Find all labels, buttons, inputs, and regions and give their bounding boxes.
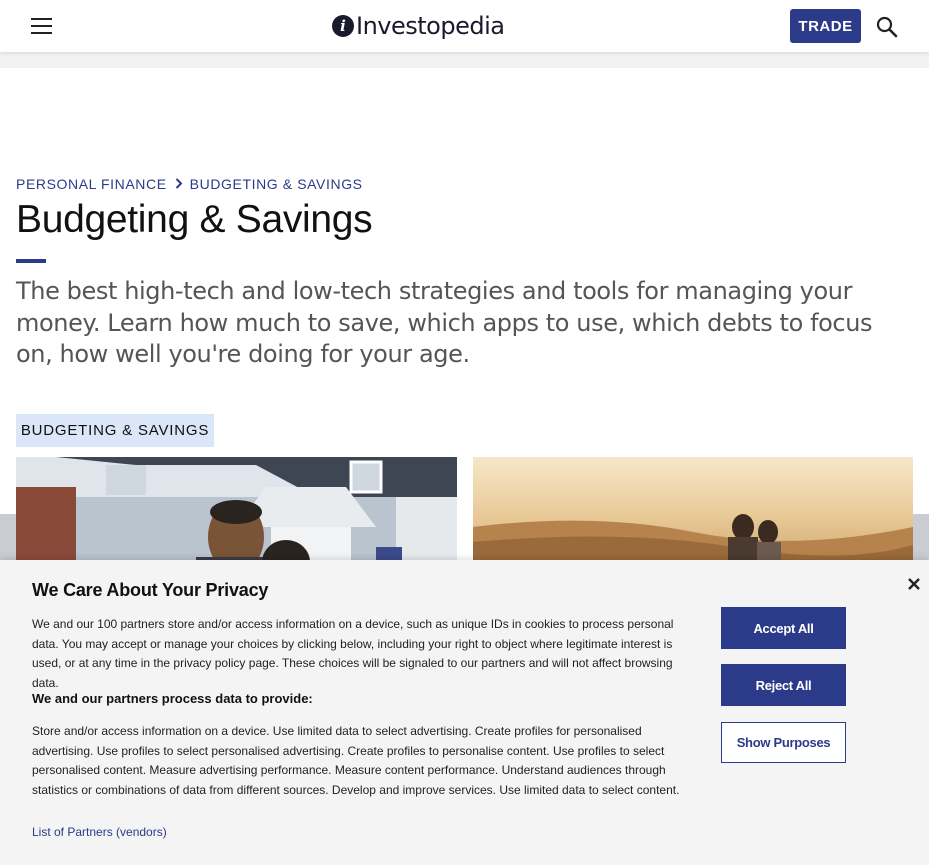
search-icon[interactable]: [876, 16, 898, 38]
family-house-image: [16, 457, 457, 577]
article-card-image-beach[interactable]: [473, 457, 913, 577]
hamburger-menu-icon[interactable]: [31, 17, 53, 35]
logo-text: Investopedia: [356, 12, 505, 40]
show-purposes-button[interactable]: Show Purposes: [721, 722, 846, 763]
title-underline: [16, 259, 46, 263]
privacy-description: We and our 100 partners store and/or acc…: [32, 617, 674, 690]
breadcrumb: PERSONAL FINANCE BUDGETING & SAVINGS: [16, 176, 363, 192]
reject-all-button[interactable]: Reject All: [721, 664, 846, 706]
page-title: Budgeting & Savings: [16, 198, 373, 241]
accept-all-button[interactable]: Accept All: [721, 607, 846, 649]
trade-button[interactable]: TRADE: [790, 9, 861, 43]
close-icon[interactable]: [906, 576, 922, 592]
chevron-right-icon: [175, 177, 183, 192]
investopedia-logo[interactable]: i Investopedia: [332, 11, 505, 41]
breadcrumb-budgeting-savings[interactable]: BUDGETING & SAVINGS: [190, 176, 363, 192]
beach-couple-image: [473, 457, 913, 577]
logo-mark-icon: i: [332, 15, 354, 37]
site-header: i Investopedia TRADE: [0, 0, 929, 52]
breadcrumb-personal-finance[interactable]: PERSONAL FINANCE: [16, 176, 167, 192]
privacy-subheading: We and our partners process data to prov…: [32, 691, 313, 706]
page-intro: The best high-tech and low-tech strategi…: [16, 277, 873, 368]
privacy-purposes-text: Store and/or access information on a dev…: [32, 724, 680, 797]
privacy-title: We Care About Your Privacy: [32, 580, 269, 600]
section-tag-budgeting-savings[interactable]: BUDGETING & SAVINGS: [16, 414, 214, 447]
list-of-partners-link[interactable]: List of Partners (vendors): [32, 825, 167, 839]
ad-placeholder-strip: [0, 52, 929, 68]
article-card-image-family[interactable]: [16, 457, 457, 577]
privacy-consent-banner: We Care About Your Privacy We and our 10…: [0, 560, 929, 865]
